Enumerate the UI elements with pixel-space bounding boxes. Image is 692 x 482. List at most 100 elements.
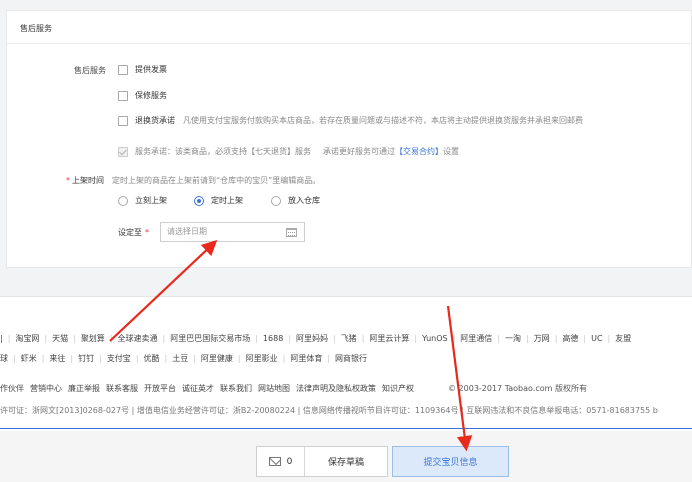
footer-links-row-2: 球 | 虾米 | 来往 | 钉钉 | 支付宝 | 优酷 | 土豆 | 阿里健康 | 阿里影业 | 阿里体育 | 网商银行 xyxy=(0,353,367,364)
footer-link[interactable]: 优酷 xyxy=(144,353,160,364)
footer-links-row-3: 作伙伴 营销中心 廉正举报 联系客服 开放平台 诚征英才 联系我们 网站地图 法律声明及隐私权政… xyxy=(0,383,593,394)
trade-contract-link[interactable]: 【交易合约】 xyxy=(395,146,443,157)
footer-link[interactable]: 友盟 xyxy=(615,333,631,344)
warranty-label: 保修服务 xyxy=(135,91,167,100)
calendar-icon[interactable] xyxy=(286,228,297,237)
footer-link[interactable]: 开放平台 xyxy=(144,383,176,394)
footer-link[interactable]: 支付宝 xyxy=(107,353,131,364)
footer-link[interactable]: 廉正举报 xyxy=(68,383,100,394)
footer-link[interactable]: YunOS xyxy=(422,334,447,343)
footer-link[interactable]: 聚划算 xyxy=(81,333,105,344)
listing-time-hint: 定时上架的商品在上架前请到“仓库中的宝贝”里编辑商品。 xyxy=(112,176,321,185)
after-sales-label: 售后服务 xyxy=(74,66,106,75)
radio-warehouse-label: 放入仓库 xyxy=(288,196,320,205)
radio-scheduled[interactable]: 定时上架 xyxy=(194,195,243,206)
footer-link[interactable]: 网站地图 xyxy=(258,383,290,394)
footer-link[interactable]: 营销中心 xyxy=(30,383,62,394)
footer-link[interactable]: 阿里通信 xyxy=(460,333,492,344)
footer-separator: | xyxy=(288,334,291,343)
message-button[interactable]: 0 xyxy=(257,447,305,476)
footer-separator: | xyxy=(327,354,331,363)
footer-link[interactable]: 诚征英才 xyxy=(182,383,214,394)
footer-link[interactable]: 法律声明及隐私权政策 xyxy=(296,383,376,394)
invoice-option[interactable]: 提供发票 xyxy=(118,64,167,75)
footer-link[interactable]: 土豆 xyxy=(172,353,188,364)
footer-link[interactable]: 全球速卖通 xyxy=(118,333,158,344)
date-picker-input[interactable]: 请选择日期 xyxy=(160,222,305,242)
footer-separator: | xyxy=(7,334,11,343)
footer-link[interactable]: 淘宝网 xyxy=(15,333,39,344)
listing-time-label: 上架时间 xyxy=(72,176,104,185)
service-promise-label: 服务承诺：该类商品，必须支持【七天退货】服务 xyxy=(135,147,311,156)
footer-separator: | xyxy=(607,334,611,343)
footer-link[interactable]: 阿里妈妈 xyxy=(296,333,328,344)
return-promise-label: 退换货承诺 xyxy=(135,116,175,125)
section-title: 售后服务 xyxy=(20,24,52,33)
footer-link[interactable]: 1688 xyxy=(263,334,283,343)
footer-link[interactable]: 万网 xyxy=(534,333,550,344)
footer-link[interactable]: 来往 xyxy=(49,353,65,364)
radio-immediate-icon[interactable] xyxy=(118,195,128,206)
footer-separator: | xyxy=(583,334,587,343)
footer-separator: | xyxy=(73,334,76,343)
footer-separator: | xyxy=(554,334,558,343)
license-text: 许可证：浙网文[2013]0268-027号 | 增值电信业务经营许可证：浙B2… xyxy=(0,406,658,415)
footer-divider xyxy=(0,428,692,429)
footer-link[interactable]: 高德 xyxy=(562,333,578,344)
radio-immediate[interactable]: 立刻上架 xyxy=(118,195,167,206)
service-promise-hint-suffix: 设置 xyxy=(443,147,459,156)
footer-link[interactable]: 联系客服 xyxy=(106,383,138,394)
radio-scheduled-icon[interactable] xyxy=(194,195,204,206)
radio-scheduled-label: 定时上架 xyxy=(211,196,243,205)
footer-link[interactable]: 阿里巴巴国际交易市场 xyxy=(170,333,250,344)
envelope-icon xyxy=(268,457,281,466)
radio-warehouse-icon[interactable] xyxy=(271,195,281,206)
footer-separator: | xyxy=(361,334,365,343)
footer-link[interactable]: 联系我们 xyxy=(220,383,252,394)
footer-link[interactable]: 一淘 xyxy=(505,333,521,344)
footer-separator: | xyxy=(414,334,418,343)
footer-link[interactable]: 网商银行 xyxy=(335,353,367,364)
footer-link[interactable]: 天猫 xyxy=(52,333,68,344)
submit-item-button[interactable]: 提交宝贝信息 xyxy=(392,446,509,477)
copyright-text: © 2003-2017 Taobao.com 版权所有 xyxy=(448,384,587,393)
footer-link[interactable]: 阿里影业 xyxy=(246,353,278,364)
footer-separator: | xyxy=(109,334,113,343)
site-footer: | | 淘宝网 | 天猫 | 聚划算 | 全球速卖通 | 阿里巴巴国际交易市场 | 1688 | 阿里妈妈 |… xyxy=(0,296,692,431)
footer-link[interactable]: 钉钉 xyxy=(78,353,94,364)
footer-link[interactable]: 阿里云计算 xyxy=(369,333,409,344)
section-divider xyxy=(7,43,691,44)
save-draft-button[interactable]: 保存草稿 xyxy=(305,447,387,476)
date-placeholder: 请选择日期 xyxy=(167,227,207,236)
footer-separator: | xyxy=(135,354,139,363)
footer-separator: | xyxy=(193,354,196,363)
footer-license-row: 许可证：浙网文[2013]0268-027号 | 增值电信业务经营许可证：浙B2… xyxy=(0,405,658,416)
return-promise-option[interactable]: 退换货承诺 凡使用支付宝服务付款购买本店商品，若存在质量问题或与描述不符，本店将… xyxy=(118,115,583,126)
footer-link[interactable]: 阿里体育 xyxy=(290,353,322,364)
warranty-option[interactable]: 保修服务 xyxy=(118,90,167,101)
message-count: 0 xyxy=(286,456,293,467)
footer-separator: | xyxy=(41,354,45,363)
footer-separator: | xyxy=(237,354,241,363)
service-promise-option: 服务承诺：该类商品，必须支持【七天退货】服务 承诺更好服务可通过 【交易合约】 … xyxy=(118,146,459,157)
service-promise-checkbox xyxy=(118,146,128,157)
date-required-mark: * xyxy=(145,228,149,237)
after-sales-panel: 售后服务 xyxy=(6,10,692,268)
footer-separator: | xyxy=(282,354,286,363)
radio-immediate-label: 立刻上架 xyxy=(135,196,167,205)
return-promise-checkbox[interactable] xyxy=(118,115,128,126)
footer-separator: | xyxy=(44,334,48,343)
footer-link[interactable]: 知识产权 xyxy=(382,383,414,394)
footer-link[interactable]: 虾米 xyxy=(21,353,37,364)
footer-link[interactable]: 作伙伴 xyxy=(0,383,24,394)
warranty-checkbox[interactable] xyxy=(118,90,128,101)
invoice-checkbox[interactable] xyxy=(118,64,128,75)
footer-link[interactable]: 飞猪 xyxy=(341,333,357,344)
footer-link[interactable]: 球 xyxy=(0,353,8,364)
invoice-label: 提供发票 xyxy=(135,65,167,74)
footer-link[interactable]: UC xyxy=(591,334,602,343)
radio-warehouse[interactable]: 放入仓库 xyxy=(271,195,320,206)
footer-link[interactable]: 阿里健康 xyxy=(201,353,233,364)
date-label-row: 设定至 * xyxy=(118,227,151,238)
footer-link[interactable]: | xyxy=(0,334,3,343)
